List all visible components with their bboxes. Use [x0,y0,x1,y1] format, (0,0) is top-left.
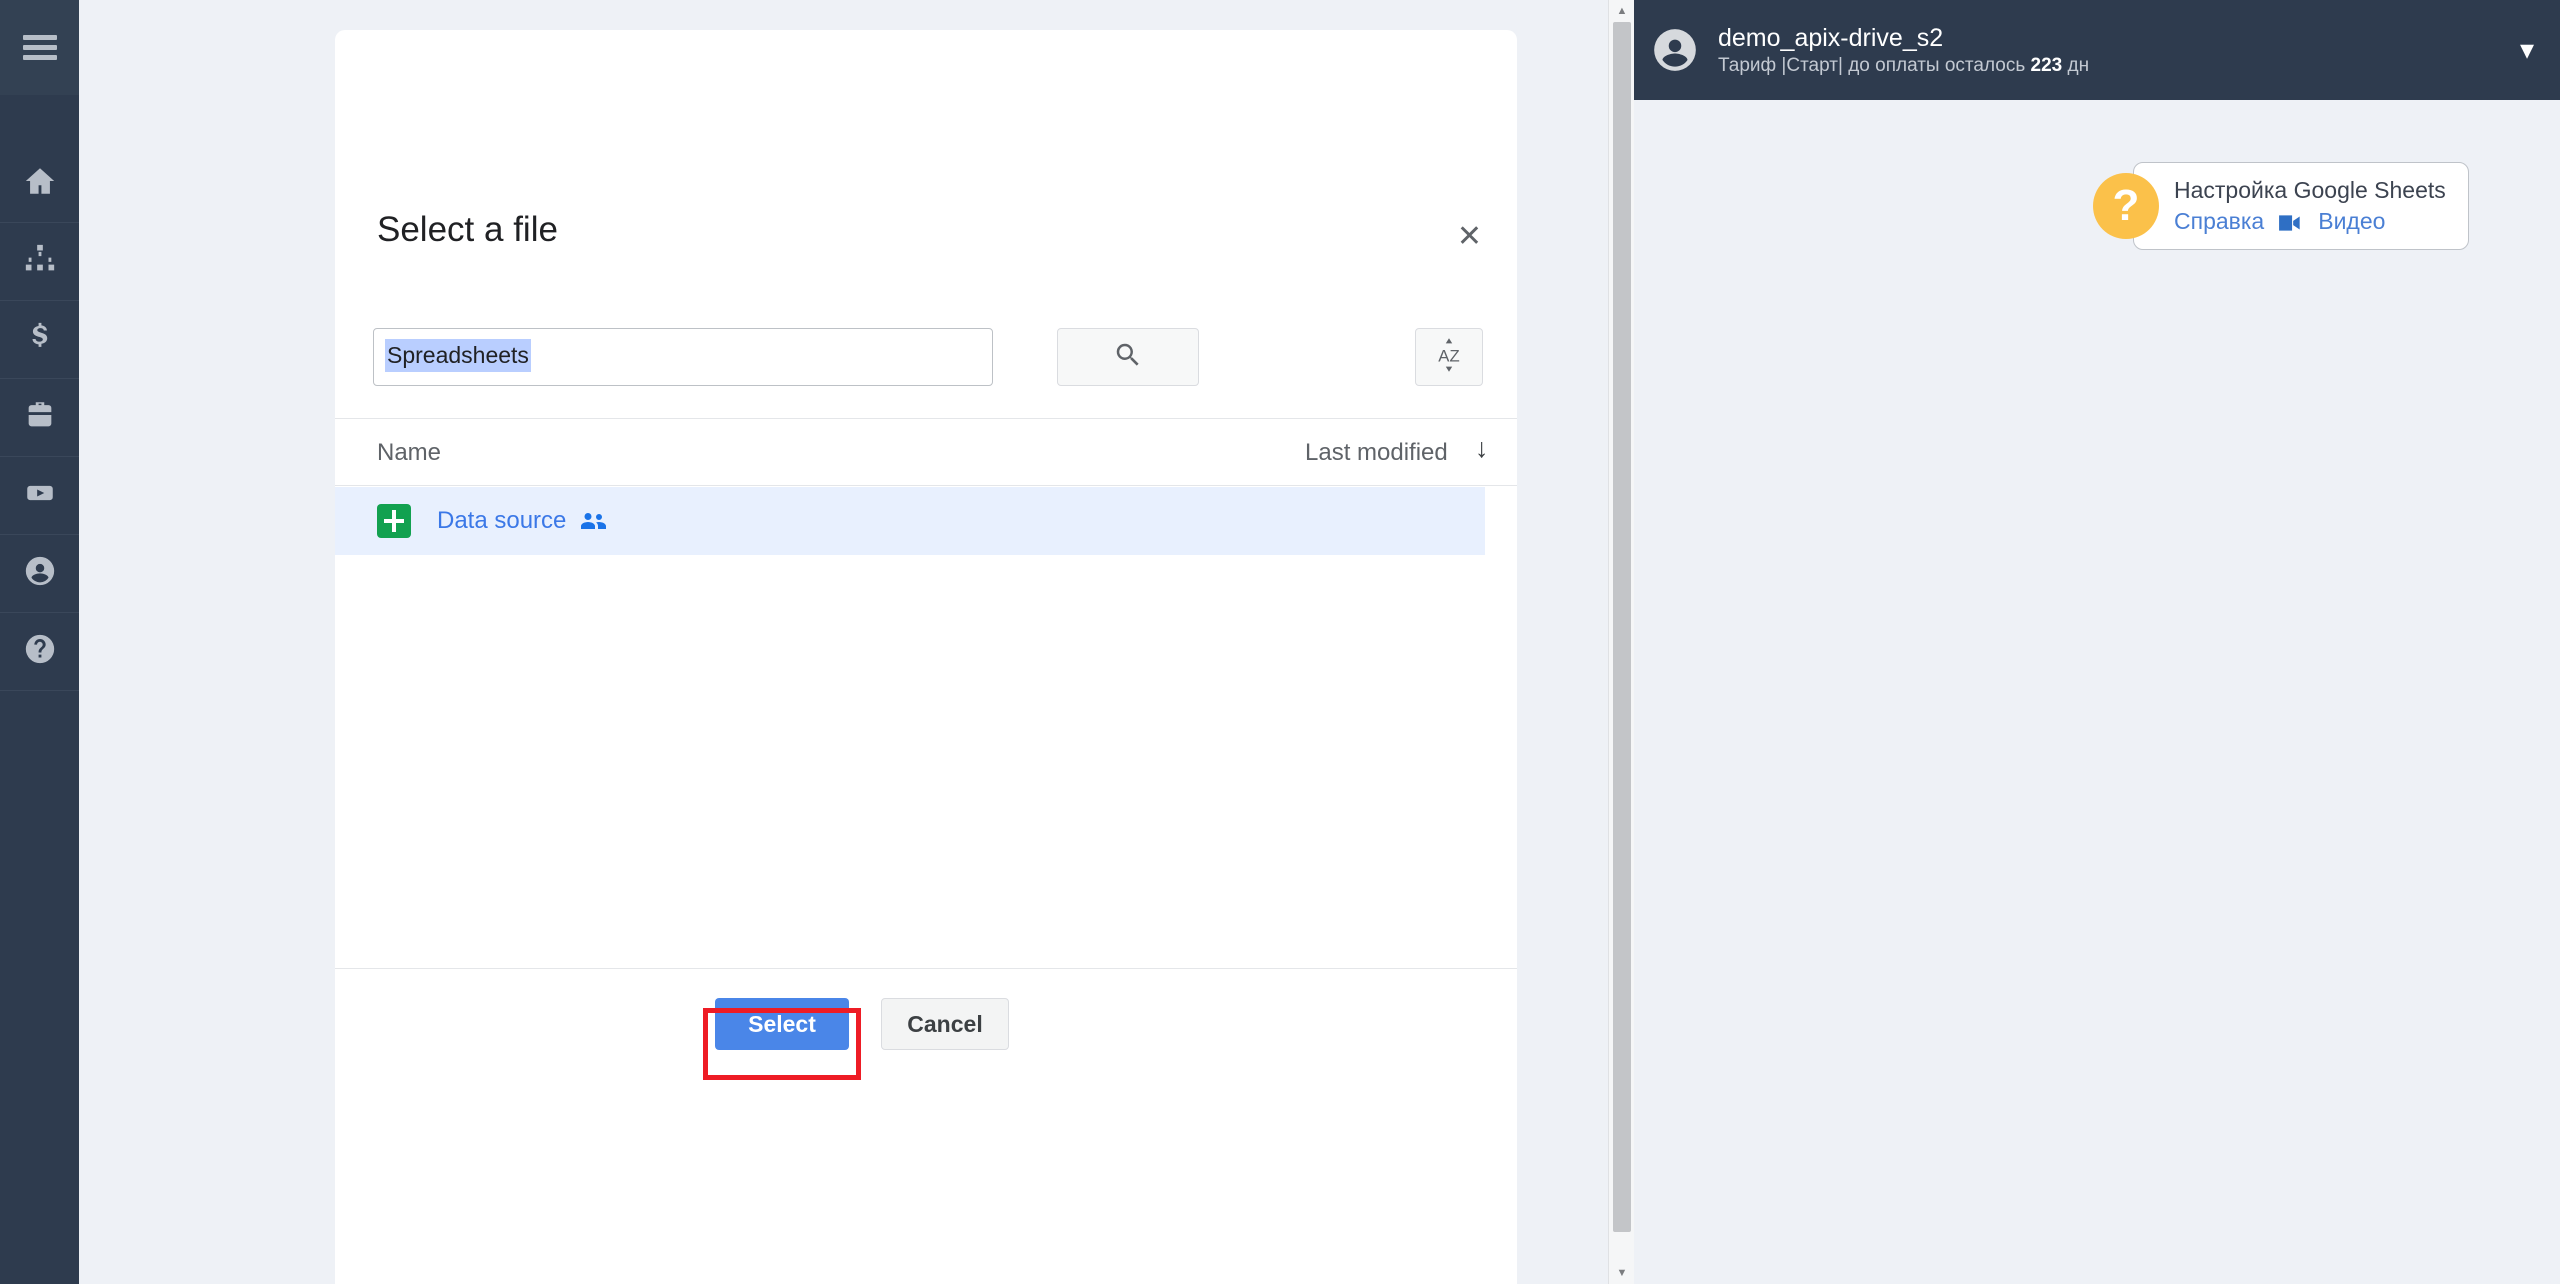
select-button[interactable]: Select [715,998,849,1050]
hamburger-menu-icon [22,30,57,65]
sort-button[interactable]: AZ [1415,328,1483,386]
people-shared-icon [580,510,608,532]
scroll-down-arrow-icon[interactable]: ▼ [1609,1262,1635,1284]
video-camera-icon [2278,206,2304,237]
sidebar-item-home[interactable] [0,145,79,223]
google-sheets-icon [377,504,411,538]
page-scrollbar-thumb[interactable] [1613,22,1631,1232]
sidebar-item-video[interactable] [0,457,79,535]
google-file-picker-dialog: Select a file ✕ Spreadsheets AZ [335,30,1517,1284]
account-name: demo_apix-drive_s2 [1718,23,1944,52]
user-circle-icon [23,554,57,593]
cancel-button[interactable]: Cancel [881,998,1009,1050]
plan-days: 223 [2030,54,2063,76]
plan-prefix: Тариф |Старт| до оплаты осталось [1718,54,2031,76]
video-link[interactable]: Видео [2318,206,2385,237]
help-tooltip-box: Настройка Google Sheets Справка Видео [2133,162,2469,251]
help-tooltip-title: Настройка Google Sheets [2174,177,2446,203]
sidebar-item-connections[interactable] [0,223,79,301]
home-icon [23,164,57,203]
question-mark-icon[interactable]: ? [2093,173,2159,240]
help-tooltip: ? Настройка Google Sheets Справка Видео [2093,162,2469,251]
svg-text:AZ: AZ [1438,346,1459,365]
app-header: demo_apix-drive_s2 Тариф |Старт| до опла… [1625,0,2560,100]
sidebar-item-billing[interactable] [0,301,79,379]
page-scrollbar[interactable]: ▲ ▼ [1608,0,1634,1284]
account-info: demo_apix-drive_s2 Тариф |Старт| до опла… [1718,23,2089,78]
help-tooltip-links: Справка Видео [2174,206,2446,237]
sidebar-item-account[interactable] [0,535,79,613]
table-row[interactable]: Data source [335,487,1485,555]
chevron-down-icon[interactable]: ▾ [2520,36,2534,64]
sort-alpha-icon: AZ [1433,337,1465,378]
dollar-icon [23,320,57,359]
avatar [1650,25,1700,75]
search-icon [1113,340,1143,375]
arrow-down-icon[interactable]: ↓ [1475,435,1489,462]
page-title: Select a file [377,210,558,249]
app-background: demo_apix-drive_s2 Тариф |Старт| до опла… [1625,0,2560,1284]
column-header-name[interactable]: Name [377,439,441,467]
question-circle-icon [23,632,57,671]
footer-divider [335,968,1517,969]
file-name[interactable]: Data source [437,507,566,535]
scroll-up-arrow-icon[interactable]: ▲ [1609,0,1635,22]
youtube-icon [23,476,57,515]
picker-search-row: Spreadsheets AZ [373,328,1483,386]
left-sidebar [0,0,79,1284]
picker-footer-buttons: Select Cancel [335,998,1517,1078]
sidebar-item-help[interactable] [0,613,79,691]
plan-suffix: дн [2062,54,2090,76]
close-icon[interactable]: ✕ [1457,222,1482,252]
hamburger-menu-button[interactable] [0,0,79,95]
screen-root: demo_apix-drive_s2 Тариф |Старт| до опла… [0,0,2560,1284]
column-header-last-modified[interactable]: Last modified [1305,439,1448,467]
search-button[interactable] [1057,328,1199,386]
file-list-header: Name Last modified ↓ [335,418,1517,486]
account-plan: Тариф |Старт| до оплаты осталось 223 дн [1718,54,2089,78]
search-input[interactable] [373,328,993,386]
sitemap-icon [23,242,57,281]
sidebar-item-services[interactable] [0,379,79,457]
briefcase-icon [23,398,57,437]
help-link[interactable]: Справка [2174,206,2264,237]
